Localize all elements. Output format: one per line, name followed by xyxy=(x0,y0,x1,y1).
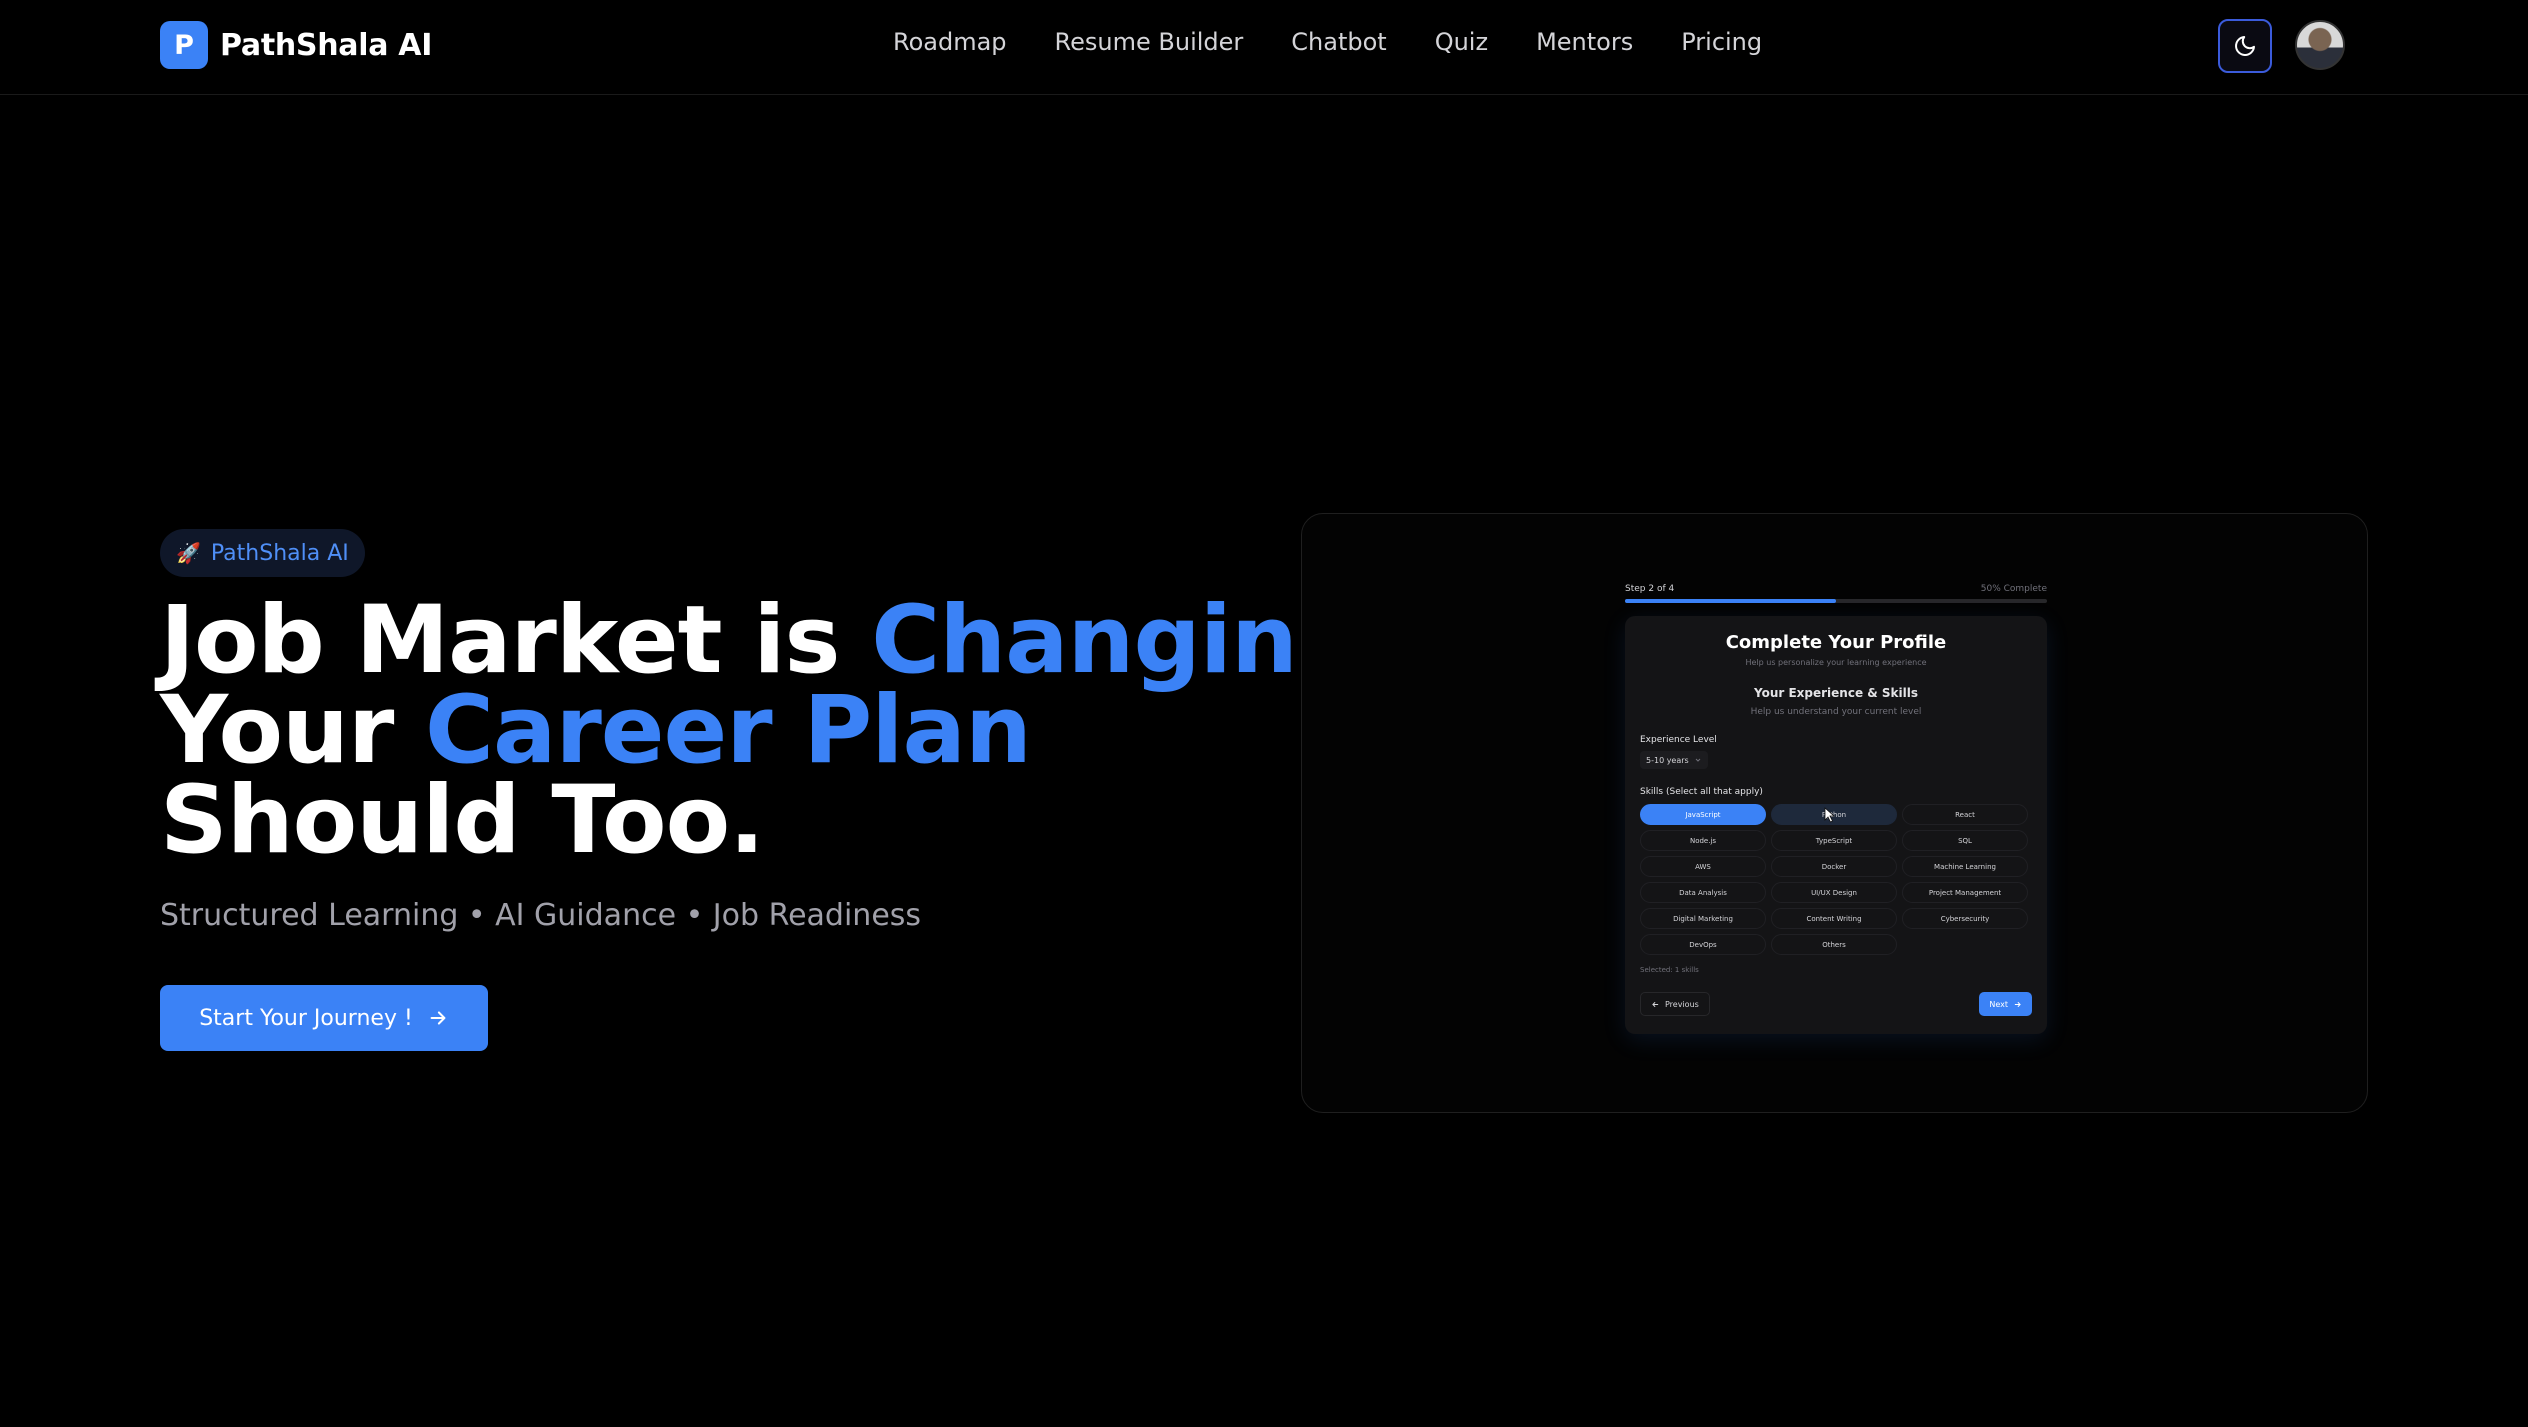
skill-chip-project-management[interactable]: Project Management xyxy=(1902,882,2028,903)
skill-chip-machine-learning[interactable]: Machine Learning xyxy=(1902,856,2028,877)
skill-chip-aws[interactable]: AWS xyxy=(1640,856,1766,877)
progress-bar-fill xyxy=(1625,599,1836,603)
skill-chip-react[interactable]: React xyxy=(1902,804,2028,825)
nav-roadmap[interactable]: Roadmap xyxy=(893,28,1007,56)
skill-chip-devops[interactable]: DevOps xyxy=(1640,934,1766,955)
theme-toggle-button[interactable] xyxy=(2218,19,2272,73)
skill-chip-docker[interactable]: Docker xyxy=(1771,856,1897,877)
navbar: P PathShala AI Roadmap Resume Builder Ch… xyxy=(0,0,2528,95)
headline-line3: Should Too. xyxy=(160,766,765,875)
skill-chip-ui-ux-design[interactable]: UI/UX Design xyxy=(1771,882,1897,903)
step-label: Step 2 of 4 xyxy=(1625,584,1675,594)
previous-label: Previous xyxy=(1665,999,1699,1009)
profile-form-mockup: Step 2 of 4 50% Complete Complete Your P… xyxy=(1625,584,2047,1034)
skill-chip-others[interactable]: Others xyxy=(1771,934,1897,955)
pointer-cursor-icon xyxy=(1824,807,1836,823)
skill-chip-typescript[interactable]: TypeScript xyxy=(1771,830,1897,851)
cta-label: Start Your Journey ! xyxy=(199,1005,413,1031)
brand-logo[interactable]: P xyxy=(160,21,208,69)
arrow-right-icon xyxy=(430,1011,446,1025)
hero-subline: Structured Learning • AI Guidance • Job … xyxy=(160,898,922,933)
experience-select[interactable]: 5-10 years xyxy=(1640,751,1708,769)
start-journey-button[interactable]: Start Your Journey ! xyxy=(160,985,488,1051)
nav-quiz[interactable]: Quiz xyxy=(1435,28,1488,56)
nav-resume-builder[interactable]: Resume Builder xyxy=(1055,28,1244,56)
chevron-down-icon xyxy=(1695,758,1701,762)
next-label: Next xyxy=(1989,999,2008,1009)
selected-count: Selected: 1 skills xyxy=(1640,966,1699,974)
progress-bar xyxy=(1625,599,2047,603)
skill-chip-cybersecurity[interactable]: Cybersecurity xyxy=(1902,908,2028,929)
next-button[interactable]: Next xyxy=(1979,992,2032,1016)
hero-headline: Job Market is Changing. Your Career Plan… xyxy=(160,594,1399,868)
brand[interactable]: P PathShala AI xyxy=(160,21,432,69)
experience-label: Experience Level xyxy=(1640,735,1717,745)
rocket-icon: 🚀 xyxy=(176,541,201,565)
moon-icon xyxy=(2235,36,2255,56)
arrow-right-icon xyxy=(2014,1001,2021,1007)
section-title: Your Experience & Skills xyxy=(1753,686,1919,700)
arrow-left-icon xyxy=(1652,1001,1659,1007)
brand-name[interactable]: PathShala AI xyxy=(220,28,432,63)
skill-chip-content-writing[interactable]: Content Writing xyxy=(1771,908,1897,929)
user-avatar[interactable] xyxy=(2295,20,2345,70)
badge-text: PathShala AI xyxy=(210,540,349,566)
nav-links: Roadmap Resume Builder Chatbot Quiz Ment… xyxy=(893,28,1810,56)
skill-chip-data-analysis[interactable]: Data Analysis xyxy=(1640,882,1766,903)
skill-chip-digital-marketing[interactable]: Digital Marketing xyxy=(1640,908,1766,929)
nav-chatbot[interactable]: Chatbot xyxy=(1291,28,1386,56)
skill-chip-sql[interactable]: SQL xyxy=(1902,830,2028,851)
form-title: Complete Your Profile xyxy=(1725,632,1947,653)
hero-badge: 🚀 PathShala AI xyxy=(160,529,365,577)
skill-chip-javascript[interactable]: JavaScript xyxy=(1640,804,1766,825)
previous-button[interactable]: Previous xyxy=(1640,992,1710,1016)
profile-form-card: Complete Your Profile Help us personaliz… xyxy=(1625,616,2047,1034)
experience-value: 5-10 years xyxy=(1646,755,1689,765)
skills-grid: JavaScript Python React Node.js TypeScript SQ… xyxy=(1640,804,2032,955)
form-subtitle: Help us personalize your learning experi… xyxy=(1745,658,1927,667)
nav-pricing[interactable]: Pricing xyxy=(1681,28,1762,56)
section-subtitle: Help us understand your current level xyxy=(1750,707,1922,717)
progress-label: 50% Complete xyxy=(1980,584,2047,594)
step-row: Step 2 of 4 50% Complete xyxy=(1625,584,2047,594)
nav-mentors[interactable]: Mentors xyxy=(1536,28,1633,56)
skill-chip-node-js[interactable]: Node.js xyxy=(1640,830,1766,851)
onboarding-preview-card: Step 2 of 4 50% Complete Complete Your P… xyxy=(1301,513,2368,1113)
skills-label: Skills (Select all that apply) xyxy=(1640,787,1763,797)
